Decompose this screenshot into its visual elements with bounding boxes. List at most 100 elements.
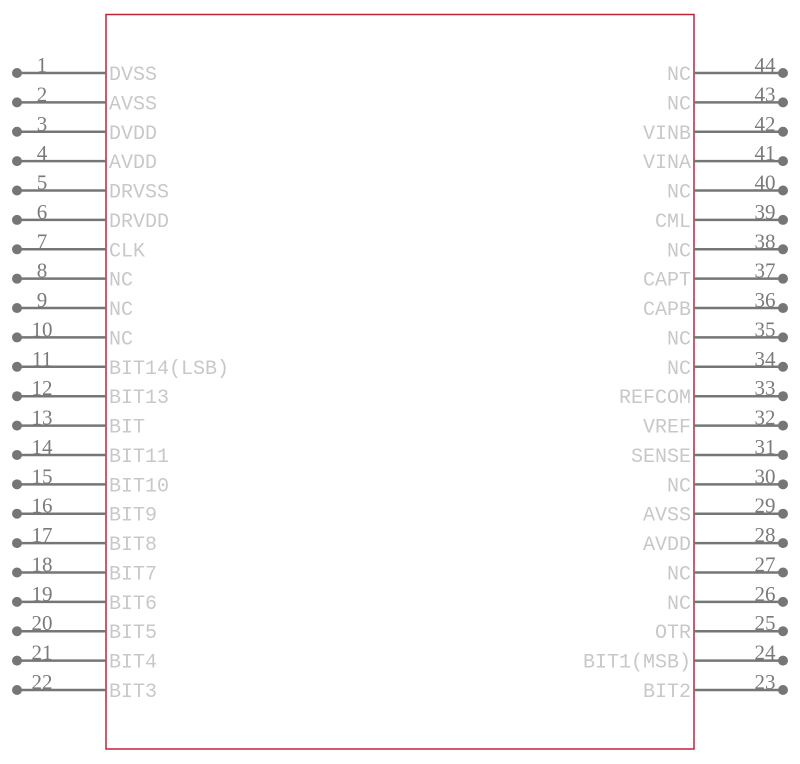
pin-end-dot: [12, 508, 22, 519]
pin-label: BIT: [109, 417, 145, 440]
pin-end-dot: [778, 479, 788, 490]
pin-end-dot: [12, 273, 22, 284]
pin-number: 39: [755, 200, 776, 224]
pin-label: VINB: [643, 123, 691, 146]
pin-end-dot: [778, 126, 788, 137]
pin-number: 15: [32, 464, 53, 488]
pin-end-dot: [12, 420, 22, 431]
pin-end-dot: [778, 626, 788, 637]
pin-number: 42: [755, 112, 776, 136]
pin-number: 27: [755, 552, 776, 576]
ic-body: [105, 13, 695, 750]
pin-number: 3: [37, 112, 48, 136]
pin-end-dot: [778, 596, 788, 607]
pin-number: 29: [755, 494, 776, 518]
pin-end-dot: [12, 626, 22, 637]
pin-end-dot: [778, 332, 788, 343]
pin-end-dot: [778, 685, 788, 695]
pin-end-dot: [778, 97, 788, 108]
pin-label: VREF: [643, 417, 691, 440]
pin-end-dot: [12, 391, 22, 402]
pin-label: NC: [667, 358, 691, 381]
schematic-symbol: 1 DVSS 2 AVSS 3 DVDD 4 AVDD 5 DRVSS 6 DRVDD 7 CLK 8 NC 9…: [12, 13, 788, 750]
pin-number: 2: [37, 82, 48, 106]
pin-number: 40: [755, 171, 776, 195]
pin-label: AVSS: [643, 505, 691, 528]
pin-number: 17: [32, 523, 53, 547]
pin-label: CAPB: [643, 299, 691, 322]
pin-label: BIT10: [109, 475, 169, 498]
pin-end-dot: [778, 156, 788, 167]
pin-label: NC: [667, 182, 691, 205]
pin-end-dot: [778, 214, 788, 225]
pin-label: NC: [667, 475, 691, 498]
pin-end-dot: [12, 479, 22, 490]
pin-end-dot: [12, 97, 22, 108]
pin-number: 8: [37, 259, 48, 283]
pin-end-dot: [12, 361, 22, 372]
pin-end-dot: [12, 596, 22, 607]
pin-end-dot: [778, 361, 788, 372]
pin-end-dot: [12, 156, 22, 167]
pin-number: 35: [755, 317, 776, 341]
pin-number: 19: [32, 582, 53, 606]
pin-label: BIT14(LSB): [109, 358, 229, 381]
pin-number: 38: [755, 229, 776, 253]
pin-number: 41: [755, 141, 776, 165]
pin-end-dot: [12, 449, 22, 460]
pin-number: 5: [37, 171, 48, 195]
pin-number: 30: [755, 464, 776, 488]
pin-number: 1: [37, 53, 48, 77]
pin-number: 26: [755, 582, 776, 606]
pin-label: AVDD: [643, 534, 691, 557]
pin-number: 14: [32, 435, 54, 459]
pin-label: CAPT: [643, 270, 691, 293]
pin-label: BIT5: [109, 622, 157, 645]
pin-label: OTR: [655, 622, 691, 645]
pin-number: 22: [32, 670, 53, 694]
pin-end-dot: [778, 420, 788, 431]
pin-label: REFCOM: [619, 387, 691, 410]
pin-end-dot: [778, 185, 788, 196]
pin-end-dot: [12, 567, 22, 578]
pin-number: 24: [755, 641, 777, 665]
pin-label: BIT11: [109, 446, 169, 469]
pin-number: 28: [755, 523, 776, 547]
pin-label: NC: [109, 328, 133, 351]
pin-label: NC: [667, 328, 691, 351]
pin-label: CLK: [109, 240, 145, 263]
pin-number: 31: [755, 435, 776, 459]
pin-label: BIT1(MSB): [583, 652, 691, 675]
pin-end-dot: [12, 244, 22, 255]
pin-number: 16: [32, 494, 53, 518]
pin-end-dot: [778, 244, 788, 255]
pin-label: DVSS: [109, 64, 157, 87]
pin-number: 21: [32, 641, 53, 665]
pin-label: VINA: [643, 152, 691, 175]
pin-number: 36: [755, 288, 776, 312]
pin-label: BIT7: [109, 563, 157, 586]
pin-number: 34: [755, 347, 777, 371]
pin-number: 12: [32, 376, 53, 400]
pin-end-dot: [778, 68, 788, 78]
pin-end-dot: [778, 538, 788, 549]
pin-end-dot: [12, 303, 22, 314]
pin-number: 13: [32, 406, 53, 430]
pin-number: 4: [37, 141, 48, 165]
pin-number: 11: [32, 347, 52, 371]
pin-number: 37: [755, 259, 776, 283]
pin-label: CML: [655, 211, 691, 234]
pin-end-dot: [778, 567, 788, 578]
pin-number: 44: [755, 53, 777, 77]
pin-end-dot: [12, 655, 22, 666]
pin-number: 32: [755, 406, 776, 430]
pin-end-dot: [778, 655, 788, 666]
pin-end-dot: [778, 508, 788, 519]
pin-end-dot: [12, 685, 22, 695]
pin-end-dot: [12, 185, 22, 196]
pin-label: AVSS: [109, 93, 157, 116]
pin-label: BIT4: [109, 652, 157, 675]
pin-label: NC: [109, 299, 133, 322]
pin-number: 18: [32, 552, 53, 576]
pin-label: DRVSS: [109, 182, 169, 205]
